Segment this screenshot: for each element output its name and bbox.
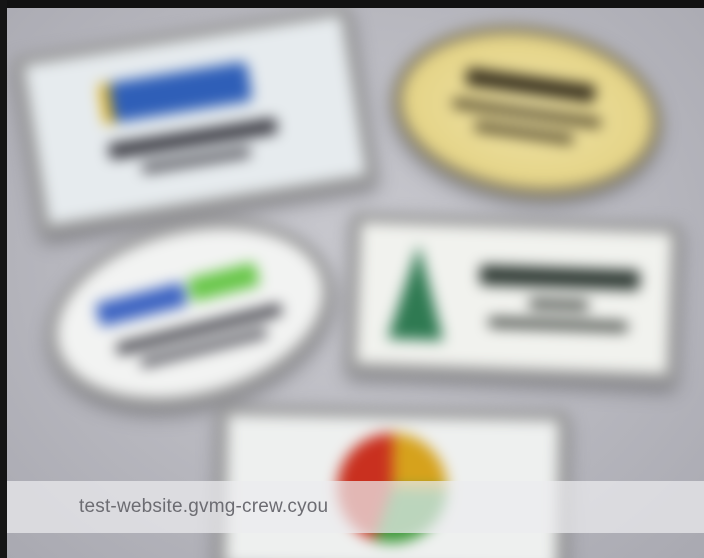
badge-name-line bbox=[479, 264, 641, 291]
badge-rectangle-top-left bbox=[13, 8, 377, 236]
top-dark-strip bbox=[0, 0, 704, 8]
badge-name-line bbox=[464, 67, 597, 104]
caption-bar: test-website.gvmg-crew.cyou bbox=[7, 481, 704, 533]
badge-logo bbox=[108, 61, 253, 123]
badge-logo-green bbox=[186, 261, 261, 303]
left-dark-strip bbox=[0, 0, 7, 558]
badge-face bbox=[356, 222, 672, 374]
badge-face bbox=[24, 15, 366, 225]
badge-logo-blue bbox=[94, 281, 189, 328]
badges-photo bbox=[7, 8, 704, 558]
badge-face bbox=[39, 202, 341, 424]
badge-title-line bbox=[528, 298, 589, 311]
website-caption: test-website.gvmg-crew.cyou bbox=[79, 496, 329, 517]
badge-rectangle-tree bbox=[346, 212, 682, 384]
badge-face bbox=[392, 19, 662, 203]
badge-subtitle-line bbox=[473, 120, 575, 145]
blurred-photo-content bbox=[7, 8, 704, 558]
badge-subtitle-line bbox=[487, 317, 629, 332]
badge-name-line bbox=[107, 117, 279, 160]
badge-oval-gold bbox=[381, 8, 673, 214]
tree-logo-icon bbox=[387, 243, 447, 341]
